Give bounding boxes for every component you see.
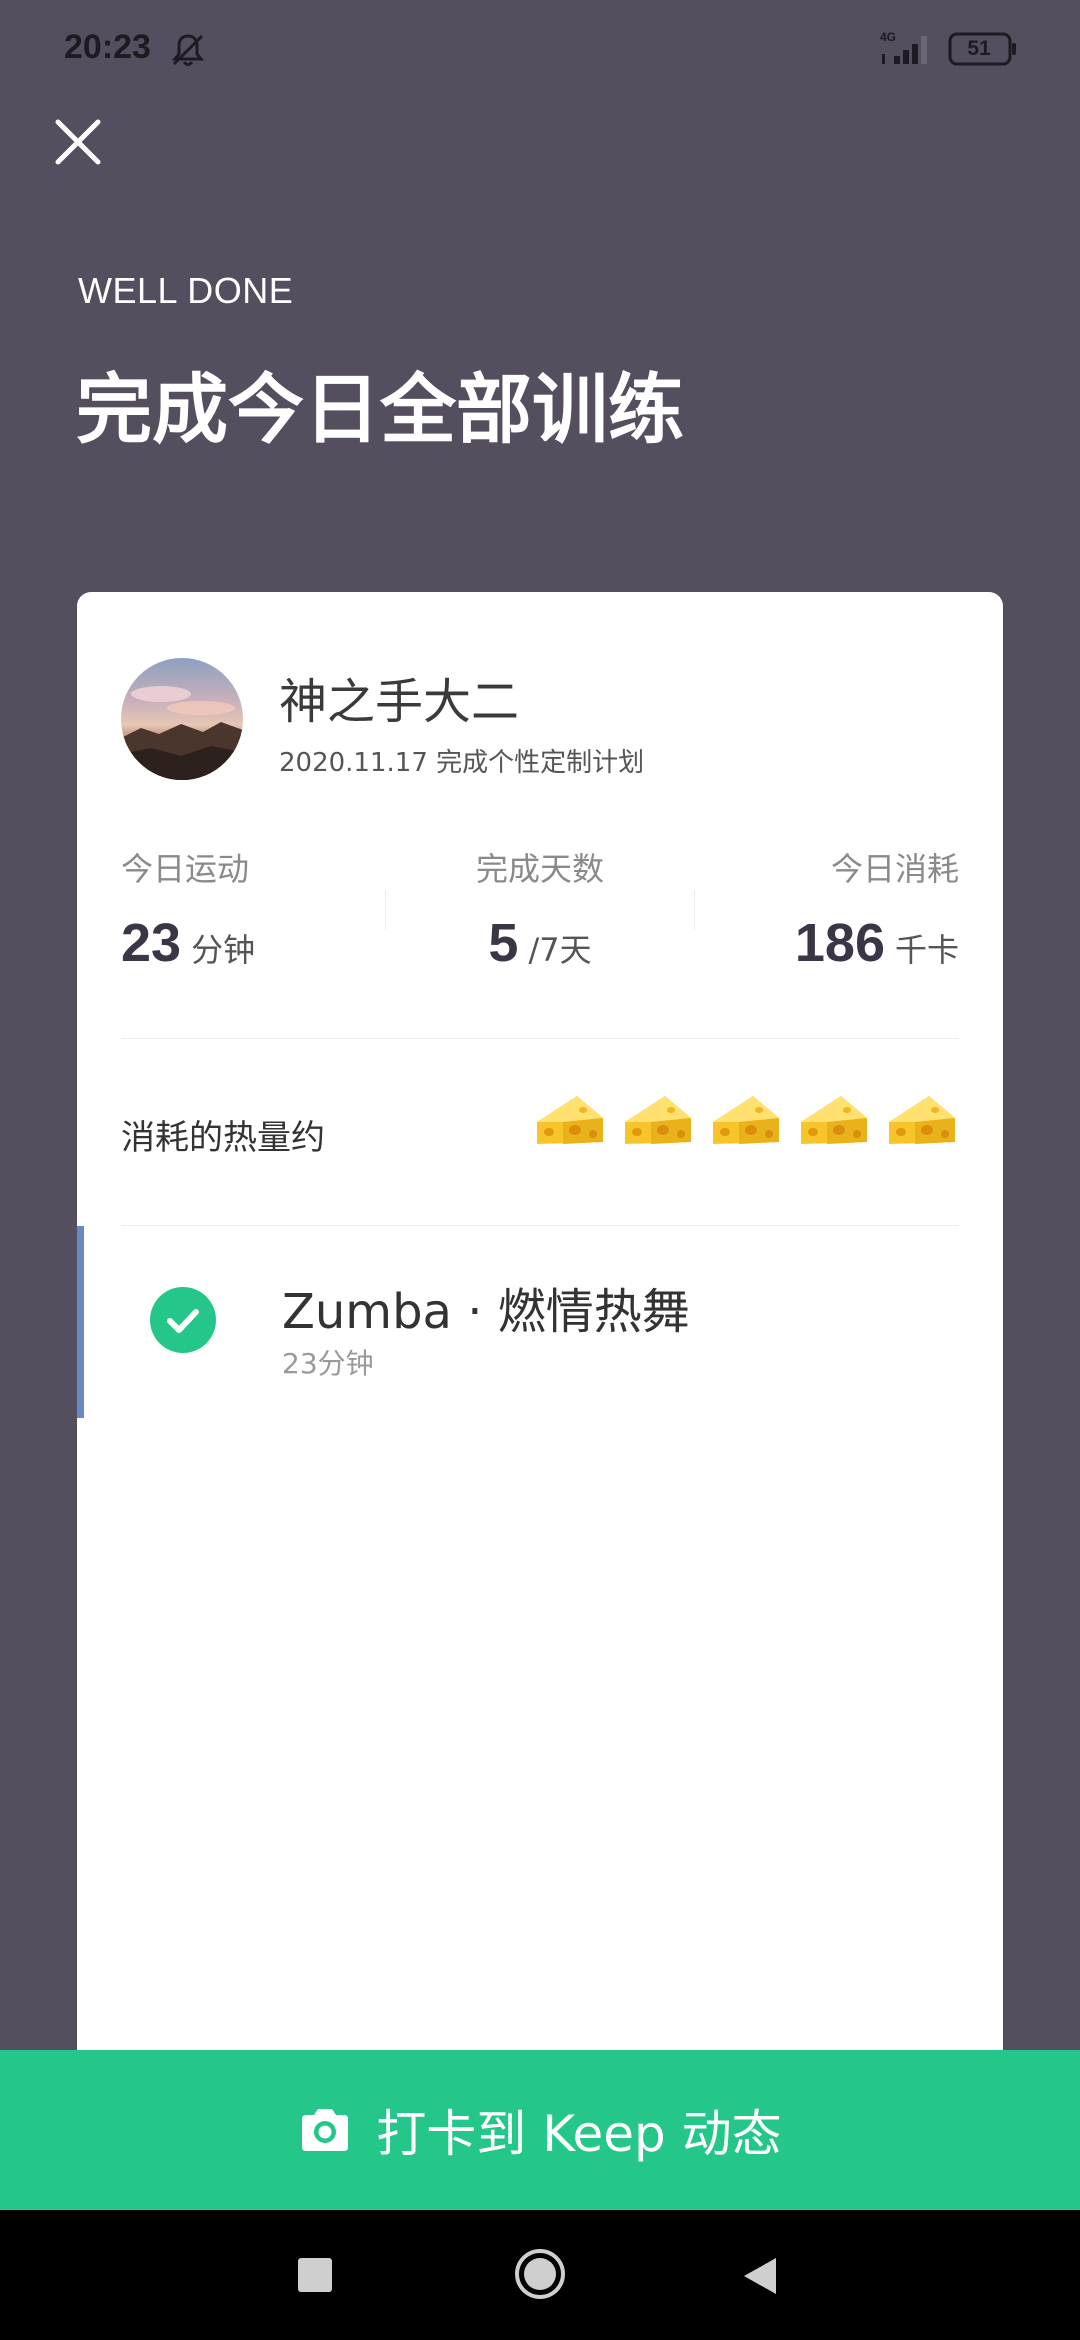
stat-divider bbox=[385, 890, 386, 930]
stat-unit: /7天 bbox=[528, 931, 592, 969]
plan-completion-date: 2020.11.17 完成个性定制计划 bbox=[279, 748, 645, 778]
check-circle-icon bbox=[150, 1287, 216, 1353]
stat-days-completed: 完成天数 5/7天 bbox=[390, 844, 690, 974]
status-time: 20:23 bbox=[64, 28, 151, 66]
stat-unit: 分钟 bbox=[191, 931, 256, 969]
stat-today-calories: 今日消耗 186 千卡 bbox=[659, 844, 959, 974]
page-title: 完成今日全部训练 bbox=[76, 365, 684, 454]
stat-unit: 千卡 bbox=[894, 931, 959, 969]
avatar[interactable] bbox=[121, 658, 243, 780]
cheese-icon bbox=[889, 1096, 955, 1144]
battery-icon: 51 bbox=[948, 32, 1018, 66]
cheese-icon bbox=[801, 1096, 867, 1144]
back-button[interactable] bbox=[740, 2254, 780, 2298]
divider bbox=[121, 1038, 959, 1039]
divider bbox=[121, 1225, 959, 1226]
battery-level: 51 bbox=[967, 37, 991, 60]
recent-apps-button[interactable] bbox=[298, 2258, 332, 2292]
notifications-muted-icon bbox=[171, 34, 205, 66]
active-item-indicator bbox=[77, 1226, 84, 1418]
user-name: 神之手大二 bbox=[279, 674, 520, 730]
stat-value: 23 bbox=[121, 913, 182, 973]
cellular-signal-icon: 4G bbox=[880, 30, 927, 64]
network-type-label: 4G bbox=[880, 30, 896, 44]
cheese-icon bbox=[713, 1096, 779, 1144]
well-done-label: WELL DONE bbox=[78, 270, 294, 311]
checkin-button[interactable]: 打卡到 Keep 动态 bbox=[0, 2050, 1080, 2210]
status-bar: 20:23 4G 51 bbox=[0, 0, 1080, 100]
summary-card: 神之手大二 2020.11.17 完成个性定制计划 今日运动 23 分钟 完成天数… bbox=[77, 592, 1003, 2062]
workout-duration: 23分钟 bbox=[282, 1347, 374, 1380]
workout-title[interactable]: Zumba · 燃情热舞 bbox=[282, 1272, 690, 1342]
stat-value: 5 bbox=[488, 913, 519, 973]
close-button[interactable] bbox=[50, 114, 106, 170]
cheese-icon bbox=[625, 1096, 691, 1144]
stat-label: 完成天数 bbox=[475, 850, 604, 888]
home-button[interactable] bbox=[512, 2246, 568, 2302]
stat-label: 今日运动 bbox=[121, 850, 250, 888]
camera-icon bbox=[302, 2109, 349, 2151]
stat-label: 今日消耗 bbox=[830, 850, 959, 888]
cheese-icon bbox=[537, 1096, 603, 1144]
checkin-button-label: 打卡到 Keep 动态 bbox=[376, 2105, 782, 2163]
stat-today-exercise: 今日运动 23 分钟 bbox=[121, 844, 421, 974]
calories-equivalent-label: 消耗的热量约 bbox=[121, 1118, 325, 1158]
stat-value: 186 bbox=[794, 913, 885, 973]
